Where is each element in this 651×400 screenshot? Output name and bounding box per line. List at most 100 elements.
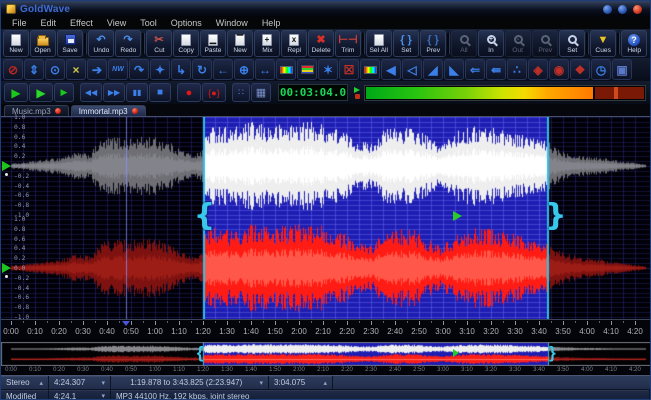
- noise-text-icon[interactable]: NW: [108, 59, 128, 80]
- red-dot-bubble-icon[interactable]: ◉: [549, 59, 569, 80]
- menu-item-tool[interactable]: Tool: [133, 17, 164, 29]
- prev-icon: [540, 33, 550, 47]
- status-cell-0-2[interactable]: 1:19.878 to 3:43.825 (2:23.947) ▾: [111, 376, 269, 389]
- overview-strip[interactable]: {} 0:00 0:10 0:20 0:30 0:40 0:50 1:00 1:10 1:20 1:…: [1, 340, 650, 374]
- toolbar-button-prev[interactable]: { } Prev: [420, 30, 446, 57]
- stop-button[interactable]: ■: [149, 83, 171, 102]
- status-cell-0-3[interactable]: 3:04.075 ▴: [269, 376, 333, 389]
- chat-monitor-icon[interactable]: ▣: [612, 59, 632, 80]
- spectrum-bar-icon[interactable]: [276, 59, 296, 80]
- overview-time-label: 2:00: [293, 367, 305, 373]
- pause-button[interactable]: ▮▮: [126, 83, 148, 102]
- toolbar-button-copy[interactable]: Copy: [173, 30, 199, 57]
- limiter-ball-icon[interactable]: ⊙: [45, 59, 65, 80]
- menu-item-effect[interactable]: Effect: [63, 17, 100, 29]
- diamond-arrows-icon[interactable]: ◈: [528, 59, 548, 80]
- speaker-plus-icon[interactable]: ◁: [402, 59, 422, 80]
- spectrum-lines-icon[interactable]: [297, 59, 317, 80]
- play-fast-button[interactable]: ▶: [54, 83, 74, 102]
- target-cross-icon[interactable]: ⊕: [234, 59, 254, 80]
- arrow-right-icon[interactable]: ➔: [87, 59, 107, 80]
- crossed-lines-icon[interactable]: ×: [66, 59, 86, 80]
- channel-marker-dot-icon: [5, 275, 8, 278]
- toolbar-separator: [84, 33, 87, 54]
- visual-display-button[interactable]: ▦: [251, 83, 271, 102]
- tab-immortal.mp3[interactable]: Immortal.mp3: [70, 105, 146, 116]
- toolbar-button-save[interactable]: Save: [57, 30, 83, 57]
- pan-arrows-icon[interactable]: ↔: [255, 59, 275, 80]
- toolbar-button-repl[interactable]: x Repl: [281, 30, 307, 57]
- dots-tool-icon[interactable]: ∴: [507, 59, 527, 80]
- new-icon: ▔: [235, 33, 245, 46]
- toolbar-button-in[interactable]: + In: [478, 30, 504, 57]
- triple-arrow-icon[interactable]: ⇚: [486, 59, 506, 80]
- speaker-icon[interactable]: ◀: [381, 59, 401, 80]
- toolbar-button-new[interactable]: New: [3, 30, 29, 57]
- overview-selection-start-handle[interactable]: {: [197, 343, 204, 363]
- toolbar-button-cues[interactable]: ▼ Cues: [590, 30, 616, 57]
- play-button[interactable]: ▶: [4, 83, 28, 102]
- toolbar-button-cut[interactable]: ✂ Cut: [146, 30, 172, 57]
- monitor-dots-button[interactable]: ∷: [232, 83, 250, 102]
- fade-in-icon[interactable]: ◢: [423, 59, 443, 80]
- menu-item-help[interactable]: Help: [255, 17, 288, 29]
- clock-icon[interactable]: ◷: [591, 59, 611, 80]
- toolbar-button-set[interactable]: Set: [559, 30, 585, 57]
- arrow-into-icon[interactable]: ⇐: [465, 59, 485, 80]
- toolbar-button-new[interactable]: ▔ New: [227, 30, 253, 57]
- toolbar-button-paste[interactable]: ▁ Paste: [200, 30, 226, 57]
- fast-forward-button[interactable]: ▶▶: [103, 83, 125, 102]
- menu-item-file[interactable]: File: [5, 17, 34, 29]
- maximize-button[interactable]: [618, 4, 627, 14]
- play-selection-button[interactable]: ▶: [29, 83, 53, 102]
- channel-1-marker-icon[interactable]: [2, 161, 11, 171]
- toolbar-button-label: Delete: [311, 46, 331, 54]
- selection-end-handle[interactable]: }: [545, 201, 566, 231]
- overview-playback-marker[interactable]: [452, 349, 459, 357]
- time-axis[interactable]: 0:00 0:10 0:20 0:30 0:40 0:50 1:00 1:10 1:20 1:30…: [1, 319, 650, 339]
- spectrum-bar2-icon[interactable]: [360, 59, 380, 80]
- red-diamond-icon[interactable]: ❖: [570, 59, 590, 80]
- bent-arrow-icon[interactable]: ↳: [171, 59, 191, 80]
- waveform-view[interactable]: 1.0 0.8 0.6 0.4 0.2 0.0 -0.2 -0.4 -0.6 -0.8 -1.0 1.…: [1, 114, 650, 320]
- status-cell-1-1[interactable]: 4:24.1 ▾: [49, 390, 111, 399]
- record-selection-button[interactable]: {●}: [202, 83, 226, 102]
- diamond-star-icon[interactable]: ✦: [150, 59, 170, 80]
- star-burst-icon[interactable]: ✶: [318, 59, 338, 80]
- menu-item-window[interactable]: Window: [209, 17, 255, 29]
- toolbar-button-undo[interactable]: ↶ Undo: [88, 30, 114, 57]
- channel-2-marker-icon[interactable]: [2, 263, 11, 273]
- toolbar-button-delete[interactable]: ✖ Delete: [308, 30, 334, 57]
- arrow-left-icon[interactable]: ←: [213, 59, 233, 80]
- curve-arrow-icon[interactable]: ↷: [129, 59, 149, 80]
- rewind-button[interactable]: ◀◀: [80, 83, 102, 102]
- toolbar-button-redo[interactable]: ↷ Redo: [115, 30, 141, 57]
- toolbar-button-sel-all[interactable]: Sel All: [366, 30, 392, 57]
- minimize-button[interactable]: [603, 4, 612, 14]
- toolbar-button-help[interactable]: ? Help: [621, 30, 647, 57]
- close-button[interactable]: [633, 4, 642, 14]
- toolbar-button-trim[interactable]: ⊢⊣ Trim: [335, 30, 361, 57]
- menu-item-edit[interactable]: Edit: [34, 17, 64, 29]
- toolbar-button-label: Save: [62, 46, 78, 54]
- crossed-box-icon[interactable]: ☒: [339, 59, 359, 80]
- overview-selection-end-handle[interactable]: }: [549, 343, 556, 363]
- fade-out-icon[interactable]: ◣: [444, 59, 464, 80]
- toolbar-button-mix[interactable]: + Mix: [254, 30, 280, 57]
- toolbar-button-set[interactable]: { } Set: [393, 30, 419, 57]
- time-label: 0:40: [99, 327, 115, 336]
- selection-start-handle[interactable]: {: [194, 201, 215, 231]
- status-cell-0-0[interactable]: Stereo ▴: [1, 376, 49, 389]
- vertical-arrows-icon[interactable]: ⇕: [24, 59, 44, 80]
- no-entry-icon[interactable]: ⊘: [3, 59, 23, 80]
- title-bar[interactable]: GoldWave: [1, 1, 650, 17]
- cue-point-marker[interactable]: [122, 321, 131, 326]
- record-button[interactable]: ●: [177, 83, 201, 102]
- playback-position-marker[interactable]: [452, 211, 462, 221]
- rotate-arrows-icon[interactable]: ↻: [192, 59, 212, 80]
- menu-item-view[interactable]: View: [100, 17, 133, 29]
- menu-item-options[interactable]: Options: [164, 17, 209, 29]
- toolbar-button-label: Cut: [153, 46, 165, 54]
- status-cell-0-1[interactable]: 4:24.307 ▾: [49, 376, 111, 389]
- toolbar-button-open[interactable]: Open: [30, 30, 56, 57]
